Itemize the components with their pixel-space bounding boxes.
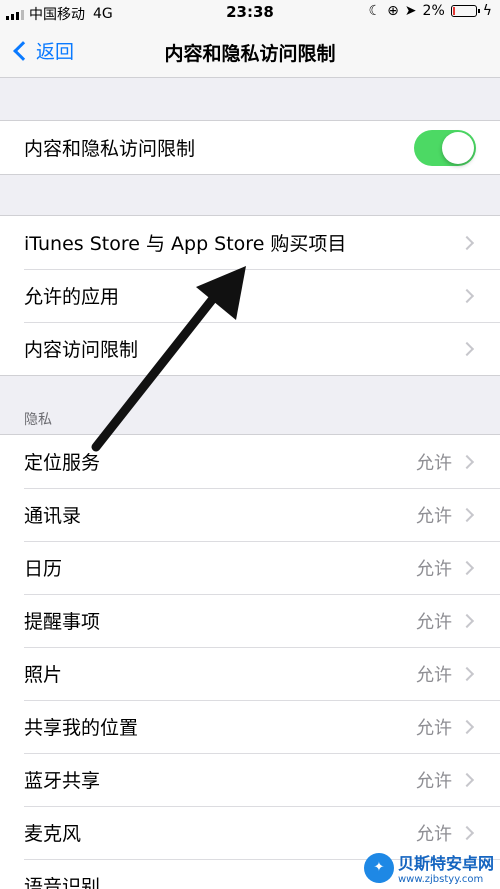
location-icon: ➤ (404, 3, 417, 19)
chevron-right-icon (459, 454, 475, 469)
row-label: 照片 (24, 664, 63, 686)
status-bar: 中国移动 4G 23:38 ☾ ⊕ ➤ 2% ϟ (0, 0, 500, 26)
watermark-url: www.zjbstyy.com (397, 874, 484, 885)
row-label: 蓝牙共享 (24, 770, 101, 792)
chevron-right-icon (459, 507, 475, 522)
charging-icon: ϟ (482, 3, 492, 19)
privacy-section-header: 隐私 (24, 412, 52, 428)
watermark-title: 贝斯特安卓网 (397, 854, 494, 873)
restrictions-toggle-row[interactable]: 内容和隐私访问限制 (0, 121, 500, 174)
bluetooth-sharing-row[interactable]: 蓝牙共享 允许 (0, 753, 500, 806)
chevron-right-icon (459, 288, 475, 303)
chevron-right-icon (459, 719, 475, 734)
calendars-row[interactable]: 日历 允许 (0, 541, 500, 594)
row-value: 允许 (416, 452, 452, 474)
chevron-right-icon (459, 825, 475, 840)
row-value: 允许 (416, 823, 452, 845)
chevron-right-icon (459, 772, 475, 787)
battery-percent: 2% (422, 3, 445, 19)
page-title: 内容和隐私访问限制 (164, 43, 336, 65)
row-value: 允许 (416, 558, 452, 580)
row-label: 语音识别 (24, 876, 101, 889)
row-label: iTunes Store 与 App Store 购买项目 (24, 233, 347, 255)
photos-row[interactable]: 照片 允许 (0, 647, 500, 700)
row-value: 允许 (416, 505, 452, 527)
store-settings-group: iTunes Store 与 App Store 购买项目 允许的应用 内容访问… (0, 215, 500, 376)
status-right: ☾ ⊕ ➤ 2% ϟ (369, 3, 493, 19)
chevron-right-icon (459, 613, 475, 628)
restrictions-toggle-label: 内容和隐私访问限制 (24, 138, 196, 160)
restrictions-toggle-group: 内容和隐私访问限制 (0, 120, 500, 175)
row-label: 定位服务 (24, 452, 101, 474)
battery-icon (450, 5, 480, 17)
row-label: 内容访问限制 (24, 339, 139, 361)
share-my-location-row[interactable]: 共享我的位置 允许 (0, 700, 500, 753)
location-services-row[interactable]: 定位服务 允许 (0, 435, 500, 488)
moon-icon: ☾ (368, 3, 382, 19)
itunes-app-store-purchases-row[interactable]: iTunes Store 与 App Store 购买项目 (0, 216, 500, 269)
row-label: 共享我的位置 (24, 717, 139, 739)
allowed-apps-row[interactable]: 允许的应用 (0, 269, 500, 322)
reminders-row[interactable]: 提醒事项 允许 (0, 594, 500, 647)
row-value: 允许 (416, 664, 452, 686)
content-restrictions-row[interactable]: 内容访问限制 (0, 322, 500, 375)
navigation-bar: 返回 内容和隐私访问限制 (0, 26, 500, 78)
chevron-right-icon (459, 341, 475, 356)
row-label: 日历 (24, 558, 63, 580)
row-label: 允许的应用 (24, 286, 120, 308)
row-label: 通讯录 (24, 505, 82, 527)
watermark: ✦ 贝斯特安卓网 www.zjbstyy.com (363, 850, 494, 885)
contacts-row[interactable]: 通讯录 允许 (0, 488, 500, 541)
chevron-right-icon (459, 235, 475, 250)
privacy-group: 定位服务 允许 通讯录 允许 日历 允许 提醒事项 允许 照片 允许 共享我的位… (0, 434, 500, 889)
orientation-lock-icon: ⊕ (387, 3, 399, 19)
chevron-right-icon (459, 666, 475, 681)
row-value: 允许 (416, 770, 452, 792)
row-label: 麦克风 (24, 823, 82, 845)
watermark-text: 贝斯特安卓网 www.zjbstyy.com (398, 850, 494, 885)
row-label: 提醒事项 (24, 611, 101, 633)
chevron-right-icon (459, 560, 475, 575)
watermark-logo-icon: ✦ (363, 852, 394, 883)
row-value: 允许 (416, 717, 452, 739)
toggle-knob (442, 131, 474, 164)
row-value: 允许 (416, 611, 452, 633)
restrictions-toggle-switch[interactable] (414, 129, 476, 166)
